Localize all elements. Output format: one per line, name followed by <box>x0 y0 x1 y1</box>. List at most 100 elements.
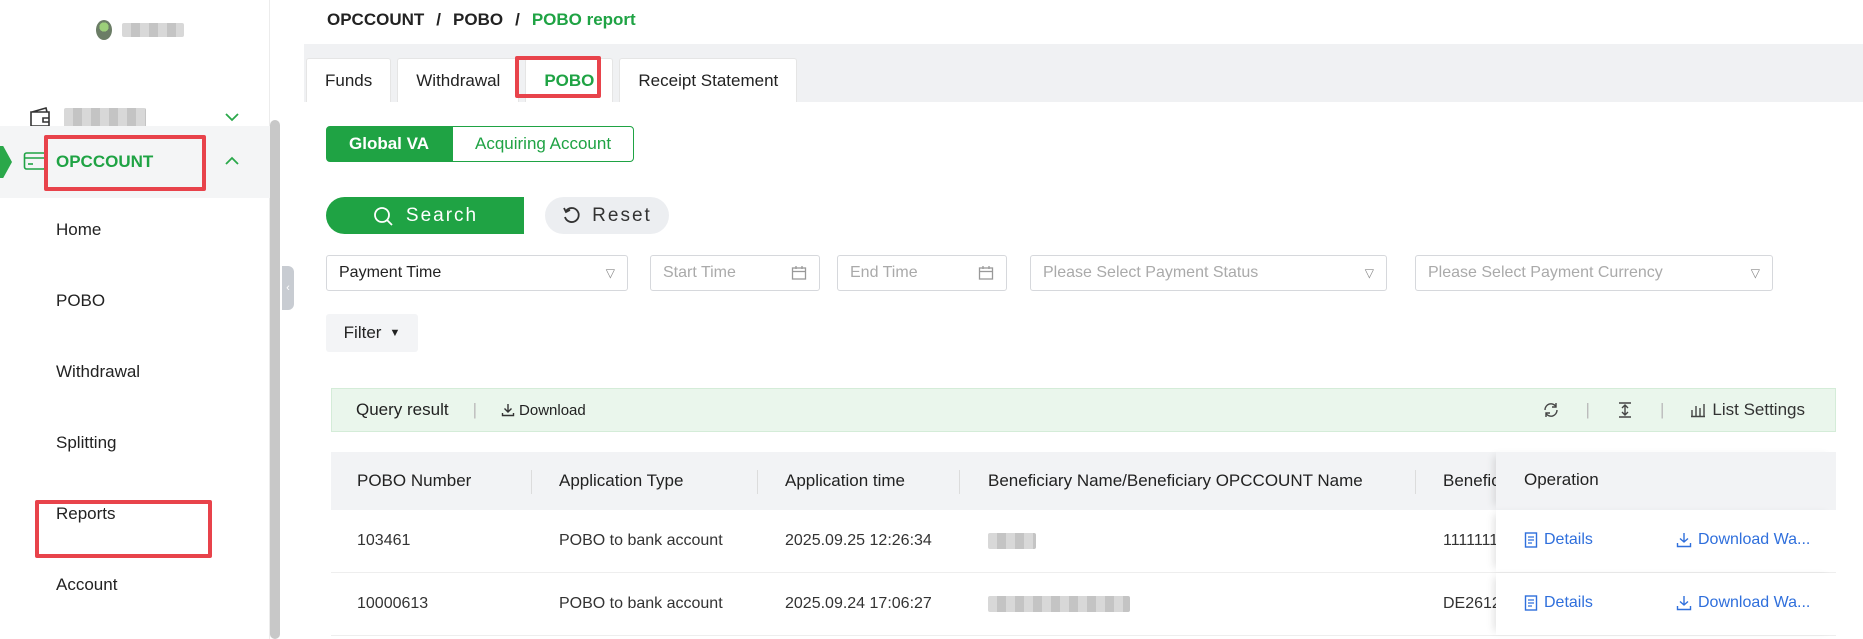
toolbar-separator: | <box>472 400 478 419</box>
download-label: Download <box>519 401 586 419</box>
query-result-title: Query result <box>356 400 449 419</box>
annotation-highlight-pobo-tab <box>515 56 601 98</box>
download-icon <box>501 404 515 417</box>
caret-down-icon: ▼ <box>389 327 401 339</box>
redacted-brand-name <box>122 23 184 37</box>
breadcrumb-separator: / <box>436 10 442 29</box>
breadcrumb-root[interactable]: OPCCOUNT <box>327 10 424 30</box>
column-divider[interactable] <box>757 470 758 494</box>
sidebar-item-pobo[interactable]: POBO <box>56 291 105 311</box>
chevron-down-icon <box>225 113 239 122</box>
chevron-down-icon: ▽ <box>605 266 615 280</box>
operation-column-header: Operation <box>1496 452 1836 510</box>
pin-icon <box>96 20 112 40</box>
cell-pobo-number: 103461 <box>357 532 411 549</box>
column-header-pobo-number[interactable]: POBO Number <box>357 471 471 491</box>
breadcrumb-bar: OPCCOUNT / POBO / POBO report <box>304 0 1863 44</box>
end-time-placeholder: End Time <box>850 264 918 281</box>
breadcrumb: OPCCOUNT / POBO / POBO report <box>327 10 636 30</box>
account-toggle: Global VA Acquiring Account <box>326 126 635 162</box>
chevron-up-icon <box>225 156 239 165</box>
filter-button[interactable]: Filter ▼ <box>326 314 418 352</box>
column-divider[interactable] <box>959 470 960 494</box>
row-operations: Details Download Wa... <box>1496 510 1836 572</box>
search-button[interactable]: Search <box>326 197 524 234</box>
payment-currency-select[interactable]: Please Select Payment Currency ▽ <box>1415 255 1773 291</box>
logo <box>96 20 184 40</box>
sidebar-item-account[interactable]: Account <box>56 575 117 595</box>
cell-application-time: 2025.09.24 17:06:27 <box>785 595 932 612</box>
column-divider[interactable] <box>1415 470 1416 494</box>
sidebar-item-home[interactable]: Home <box>56 220 101 240</box>
annotation-highlight-opccount <box>44 135 206 191</box>
sidebar-item-withdrawal[interactable]: Withdrawal <box>56 362 140 382</box>
cell-application-type: POBO to bank account <box>559 532 723 549</box>
time-type-value: Payment Time <box>339 264 442 281</box>
calendar-icon <box>978 266 994 280</box>
table-tools: | | List Settings <box>1542 400 1805 420</box>
reset-button[interactable]: Reset <box>545 197 669 234</box>
download-waybill-label: Download Wa... <box>1698 531 1811 548</box>
collapse-icon[interactable] <box>1616 401 1634 419</box>
toggle-global-va[interactable]: Global VA <box>326 126 452 162</box>
query-result-bar: Query result | Download | | List Setting… <box>331 388 1836 432</box>
tab-funds[interactable]: Funds <box>306 58 392 102</box>
sidebar-item-splitting[interactable]: Splitting <box>56 433 116 453</box>
reset-icon <box>563 206 580 223</box>
breadcrumb-separator: / <box>515 10 520 29</box>
download-icon <box>1676 596 1692 611</box>
active-marker <box>0 146 12 178</box>
cell-pobo-number: 10000613 <box>357 595 429 612</box>
reset-button-label: Reset <box>592 204 652 226</box>
table-header: POBO Number Application Type Application… <box>331 452 1836 510</box>
download-waybill-link[interactable]: Download Wa... <box>1676 531 1810 549</box>
search-icon <box>373 206 393 226</box>
column-header-operation: Operation <box>1524 470 1599 489</box>
calendar-icon <box>791 266 807 280</box>
toolbar-separator: | <box>1659 400 1665 419</box>
refresh-icon[interactable] <box>1542 401 1560 419</box>
cell-beneficiary-name-redacted <box>988 533 1036 549</box>
download-icon <box>1676 533 1692 548</box>
payment-currency-placeholder: Please Select Payment Currency <box>1428 264 1663 281</box>
table-row: 10000613 POBO to bank account 2025.09.24… <box>331 573 1836 636</box>
details-link[interactable]: Details <box>1524 594 1593 612</box>
column-divider[interactable] <box>531 470 532 494</box>
report-panel: Global VA Acquiring Account Search Reset… <box>304 102 1863 639</box>
payment-status-placeholder: Please Select Payment Status <box>1043 264 1259 281</box>
breadcrumb-current: POBO report <box>531 10 636 29</box>
end-time-input[interactable]: End Time <box>837 255 1007 291</box>
time-type-select[interactable]: Payment Time ▽ <box>326 255 628 291</box>
details-link[interactable]: Details <box>1524 531 1593 549</box>
pobo-table: POBO Number Application Type Application… <box>331 452 1836 636</box>
list-settings-button[interactable]: List Settings <box>1690 400 1805 420</box>
search-button-label: Search <box>405 204 479 226</box>
toggle-acquiring-account[interactable]: Acquiring Account <box>451 126 635 162</box>
chevron-down-icon: ▽ <box>1364 266 1374 280</box>
breadcrumb-mid[interactable]: POBO <box>453 10 503 30</box>
cell-application-type: POBO to bank account <box>559 595 723 612</box>
column-header-application-type[interactable]: Application Type <box>559 471 683 491</box>
cell-application-time: 2025.09.25 12:26:34 <box>785 532 932 549</box>
start-time-input[interactable]: Start Time <box>650 255 820 291</box>
table-row: 103461 POBO to bank account 2025.09.25 1… <box>331 510 1836 573</box>
tab-withdrawal[interactable]: Withdrawal <box>397 58 520 102</box>
download-button[interactable]: Download <box>501 402 586 419</box>
download-waybill-link[interactable]: Download Wa... <box>1676 594 1810 612</box>
download-waybill-label: Download Wa... <box>1698 594 1811 611</box>
start-time-placeholder: Start Time <box>663 264 736 281</box>
chevron-down-icon: ▽ <box>1750 266 1760 280</box>
filter-button-label: Filter <box>343 323 382 342</box>
tab-receipt-statement[interactable]: Receipt Statement <box>619 58 798 102</box>
column-header-beneficiary-name[interactable]: Beneficiary Name/Beneficiary OPCCOUNT Na… <box>988 471 1363 491</box>
row-operations: Details Download Wa... <box>1496 573 1836 635</box>
column-header-application-time[interactable]: Application time <box>785 471 905 491</box>
list-settings-label: List Settings <box>1712 400 1805 419</box>
payment-status-select[interactable]: Please Select Payment Status ▽ <box>1030 255 1387 291</box>
document-icon <box>1524 532 1538 548</box>
toolbar-separator: | <box>1585 400 1590 419</box>
chevron-left-icon: ‹ <box>286 282 290 294</box>
sidebar-collapse-handle[interactable]: ‹ <box>282 266 294 310</box>
sidebar-scrollbar[interactable] <box>270 120 280 639</box>
annotation-highlight-reports <box>35 500 212 558</box>
